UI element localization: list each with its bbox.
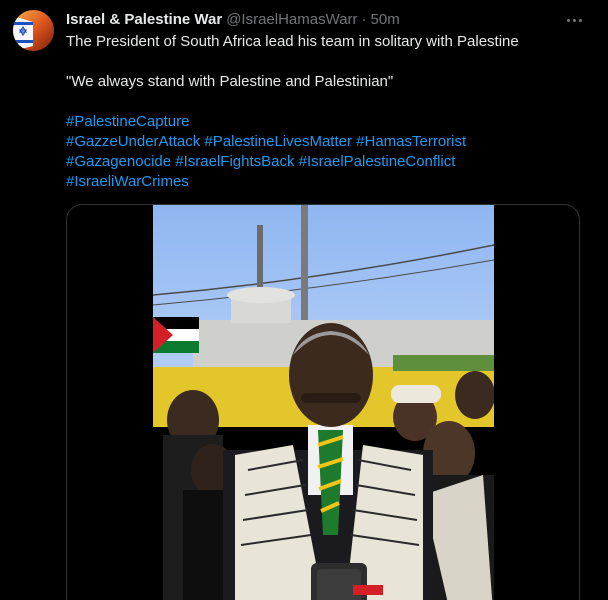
- tweet-text: The President of South Africa lead his t…: [66, 32, 592, 192]
- video-player[interactable]: [66, 204, 580, 600]
- hashtag-link[interactable]: #GazzeUnderAttack: [66, 133, 200, 150]
- hashtag-link[interactable]: #PalestineCapture: [66, 113, 189, 130]
- separator-dot: ·: [361, 11, 367, 28]
- tweet-text-line: "We always stand with Palestine and Pale…: [66, 73, 394, 90]
- tweet-content: Israel & Palestine War @IsraelHamasWarr …: [66, 10, 592, 192]
- more-options-icon[interactable]: [560, 10, 588, 30]
- hashtag-link[interactable]: #PalestineLivesMatter: [204, 133, 352, 150]
- tweet-card[interactable]: Israel & Palestine War @IsraelHamasWarr …: [0, 0, 608, 600]
- hashtag-link[interactable]: #IsraelPalestineConflict: [299, 153, 456, 170]
- author-handle[interactable]: @IsraelHamasWarr: [226, 10, 357, 30]
- hashtag-link[interactable]: #IsraeliWarCrimes: [66, 173, 189, 190]
- avatar[interactable]: [13, 10, 54, 51]
- author-display-name[interactable]: Israel & Palestine War: [66, 10, 222, 30]
- hashtag-link[interactable]: #IsraelFightsBack: [175, 153, 294, 170]
- tweet-header: Israel & Palestine War @IsraelHamasWarr …: [66, 10, 592, 30]
- tweet-text-line: The President of South Africa lead his t…: [66, 33, 519, 50]
- hashtag-link[interactable]: #Gazagenocide: [66, 153, 171, 170]
- avatar-flag-icon: [13, 10, 54, 51]
- tweet-timestamp[interactable]: 50m: [371, 10, 400, 30]
- hashtag-link[interactable]: #HamasTerrorist: [356, 133, 466, 150]
- video-thumbnail[interactable]: [153, 205, 494, 600]
